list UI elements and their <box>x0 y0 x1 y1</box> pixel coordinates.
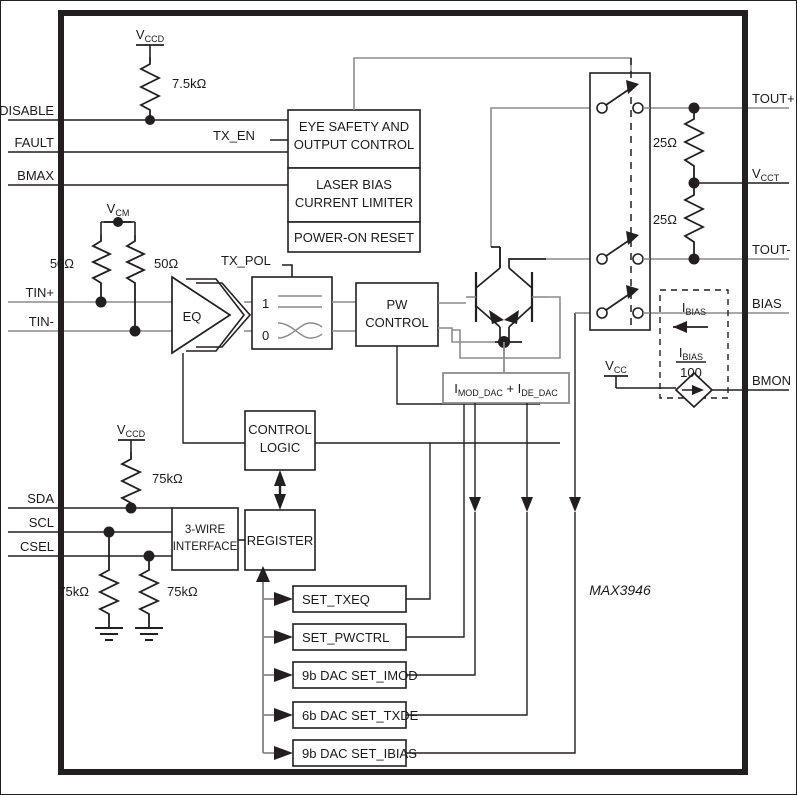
signal-label-tx-pol: TX_POL <box>221 253 271 268</box>
block-3wire-interface <box>171 507 239 571</box>
block-label-pw-1: PW <box>387 297 409 312</box>
switch2-pole-terminal[interactable] <box>596 253 608 265</box>
switch1-pole-terminal[interactable] <box>596 102 608 114</box>
junction-dot-tin-plus <box>95 296 107 308</box>
resistor-label-50-left: 50Ω <box>50 256 74 271</box>
pin-label-tin-plus: TIN+ <box>25 285 54 300</box>
resistor-label-50-right: 50Ω <box>154 256 178 271</box>
pin-label-tout-minus: TOUT- <box>752 242 791 257</box>
block-label-3wire-1: 3-WIRE <box>185 524 226 536</box>
pin-label-csel: CSEL <box>20 539 54 554</box>
switch3-throw-terminal[interactable] <box>632 307 644 319</box>
signal-label-tx-en: TX_EN <box>213 128 255 143</box>
junction-dot-disable <box>145 115 155 125</box>
resistor-label-7k5: 7.5kΩ <box>172 76 207 91</box>
resistor-label-75k-csel: 75kΩ <box>167 584 198 599</box>
resistor-label-25-bottom: 25Ω <box>653 212 677 227</box>
resistor-label-75k-sda: 75kΩ <box>152 471 183 486</box>
part-number-label: MAX3946 <box>589 582 651 598</box>
block-label-eq: EQ <box>183 309 202 324</box>
pin-label-bias: BIAS <box>752 296 782 311</box>
resistor-label-75k-scl: 75kΩ <box>58 584 89 599</box>
bias-monitor-label-ratio-den: 100 <box>680 365 702 380</box>
max3946-block-diagram: DISABLE FAULT BMAX TIN+ TIN- SDA SCL CSE… <box>0 0 797 795</box>
pin-label-bmon: BMON <box>752 373 791 388</box>
dac-row-label-0: SET_TXEQ <box>302 592 370 607</box>
pin-label-tin-minus: TIN- <box>29 314 54 329</box>
pin-label-scl: SCL <box>29 515 54 530</box>
dac-row-label-1: SET_PWCTRL <box>302 630 389 645</box>
block-label-laser-bias-2: CURRENT LIMITER <box>295 195 413 210</box>
junction-dot-tin-minus <box>129 325 141 337</box>
block-label-laser-bias-1: LASER BIAS <box>316 177 392 192</box>
switch3-pole-terminal[interactable] <box>596 307 608 319</box>
junction-dot-sda <box>125 502 137 514</box>
output-switch-bank <box>589 58 651 331</box>
pin-label-disable: DISABLE <box>0 103 54 118</box>
mux-label-1: 1 <box>262 296 269 311</box>
pin-label-sda: SDA <box>27 491 54 506</box>
dac-row-label-3: 6b DAC SET_TXDE <box>302 708 419 723</box>
block-label-eye-safety-2: OUTPUT CONTROL <box>294 137 414 152</box>
switch2-throw-terminal[interactable] <box>632 253 644 265</box>
block-label-pw-2: CONTROL <box>365 315 429 330</box>
pin-label-tout-plus: TOUT+ <box>752 91 795 106</box>
dac-row-label-4: 9b DAC SET_IBIAS <box>302 746 417 761</box>
block-label-control-logic-1: CONTROL <box>248 422 312 437</box>
block-label-power-on-reset: POWER-ON RESET <box>294 230 414 245</box>
resistor-label-25-top: 25Ω <box>653 135 677 150</box>
block-label-register: REGISTER <box>247 533 313 548</box>
block-label-3wire-2: INTERFACE <box>173 541 238 553</box>
dac-row-label-2: 9b DAC SET_IMOD <box>302 668 418 683</box>
block-label-eye-safety-1: EYE SAFETY AND <box>299 119 409 134</box>
mux-label-0: 0 <box>262 328 269 343</box>
block-label-control-logic-2: LOGIC <box>260 440 300 455</box>
pin-label-bmax: BMAX <box>17 168 54 183</box>
block-diagram-canvas: DISABLE FAULT BMAX TIN+ TIN- SDA SCL CSE… <box>0 0 797 795</box>
pin-label-fault: FAULT <box>15 135 55 150</box>
switch1-throw-terminal[interactable] <box>632 102 644 114</box>
